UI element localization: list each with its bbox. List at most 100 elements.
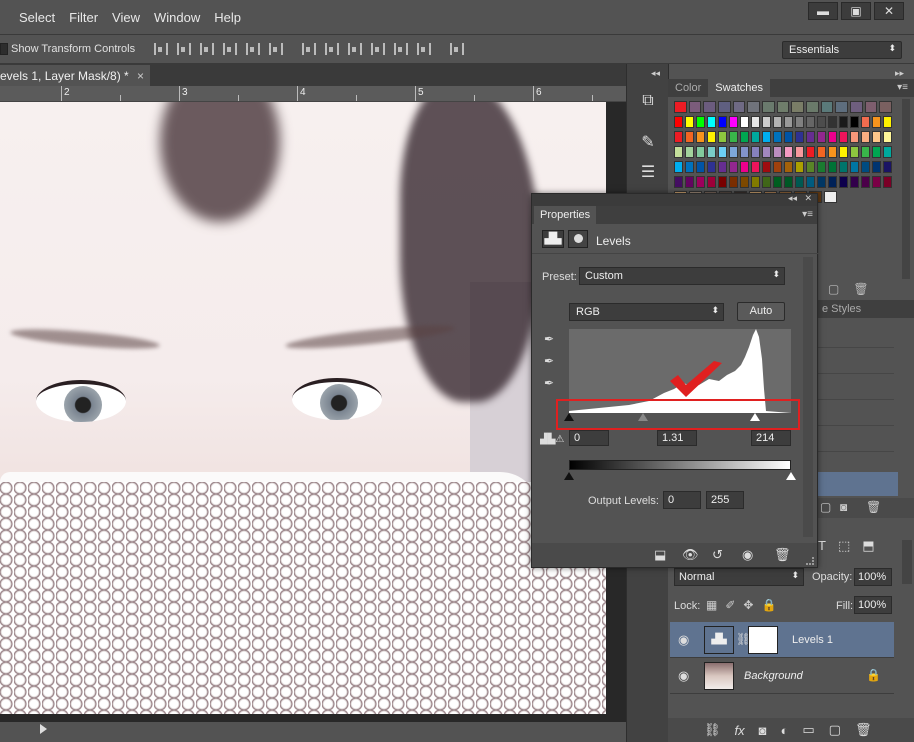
reset-icon[interactable]: ↺ (712, 547, 723, 563)
collapse-dock-icon[interactable]: ◂◂ (651, 68, 660, 79)
color-swatch[interactable] (707, 116, 716, 128)
color-swatch[interactable] (817, 161, 826, 173)
shape-filter-icon[interactable]: ⬚ (838, 538, 850, 554)
color-swatch[interactable] (762, 146, 771, 158)
color-swatch[interactable] (751, 146, 760, 158)
show-transform-checkbox[interactable] (0, 43, 8, 55)
scrollbar[interactable] (803, 257, 813, 537)
menu-help[interactable]: Help (207, 10, 248, 25)
output-high-field[interactable]: 255 (706, 491, 744, 509)
color-swatch[interactable] (784, 176, 793, 188)
menu-view[interactable]: View (105, 10, 147, 25)
input-gamma-field[interactable]: 1.31 (657, 430, 697, 446)
fx-icon[interactable]: fx (735, 723, 745, 738)
color-swatch[interactable] (839, 116, 848, 128)
color-swatch[interactable] (828, 131, 837, 143)
color-swatch[interactable] (740, 161, 749, 173)
color-swatch[interactable] (747, 101, 761, 113)
color-swatch[interactable] (828, 161, 837, 173)
gray-eyedropper-icon[interactable]: ✒ (544, 354, 558, 368)
tab-color[interactable]: Color (668, 79, 708, 97)
color-swatch[interactable] (839, 161, 848, 173)
lock-move-icon[interactable]: ✥ (743, 598, 753, 612)
color-swatch[interactable] (674, 161, 683, 173)
color-swatch[interactable] (872, 176, 881, 188)
color-swatch[interactable] (773, 131, 782, 143)
color-swatch[interactable] (828, 146, 837, 158)
visibility-eye-icon[interactable]: ◉ (678, 668, 689, 684)
color-swatch[interactable] (685, 176, 694, 188)
align-bottom-icon[interactable] (196, 41, 216, 57)
tab-styles[interactable]: e Styles (816, 300, 914, 318)
color-swatch[interactable] (883, 161, 892, 173)
black-eyedropper-icon[interactable]: ✒ (544, 332, 558, 346)
new-layer-icon[interactable]: ▢ (820, 500, 831, 514)
menu-window[interactable]: Window (147, 10, 207, 25)
history-icon[interactable]: ⧉ (635, 92, 661, 114)
distribute-hcenter-icon[interactable] (390, 41, 410, 57)
color-swatch[interactable] (751, 116, 760, 128)
tab-swatches[interactable]: Swatches (708, 79, 770, 97)
color-swatch[interactable] (861, 116, 870, 128)
color-swatch[interactable] (729, 176, 738, 188)
color-swatch[interactable] (707, 176, 716, 188)
clip-to-layer-icon[interactable]: ⬓ (654, 547, 666, 563)
color-swatch[interactable] (740, 176, 749, 188)
color-swatch[interactable] (718, 176, 727, 188)
expand-dock-icon[interactable]: ▸▸ (895, 68, 904, 79)
distribute-vcenter-icon[interactable] (321, 41, 341, 57)
output-black-handle[interactable] (564, 472, 574, 480)
align-top-icon[interactable] (150, 41, 170, 57)
input-white-field[interactable]: 214 (751, 430, 791, 446)
auto-align-icon[interactable] (446, 41, 466, 57)
adjustment-layer-icon[interactable]: ◐ (781, 723, 789, 738)
color-swatch[interactable] (740, 116, 749, 128)
color-swatch[interactable] (776, 101, 790, 113)
color-swatch[interactable] (872, 131, 881, 143)
lock-transparent-icon[interactable]: ▦ (706, 598, 717, 612)
panel-menu-icon[interactable]: ▾≡ (802, 209, 813, 220)
color-swatch[interactable] (883, 176, 892, 188)
white-eyedropper-icon[interactable]: ✒ (544, 376, 558, 390)
color-swatch[interactable] (773, 146, 782, 158)
color-swatch[interactable] (696, 116, 705, 128)
color-swatch[interactable] (703, 101, 717, 113)
color-swatch[interactable] (850, 116, 859, 128)
color-swatch[interactable] (850, 131, 859, 143)
adjust-sliders-icon[interactable]: ☰ (635, 162, 661, 184)
color-swatch[interactable] (872, 146, 881, 158)
distribute-top-icon[interactable] (298, 41, 318, 57)
group-folder-icon[interactable]: ▭ (802, 722, 814, 738)
trash-icon[interactable]: 🗑 (866, 500, 881, 514)
lock-paint-icon[interactable]: ✐ (725, 598, 735, 612)
lock-all-icon[interactable]: 🔒 (761, 598, 776, 612)
color-swatch[interactable] (696, 176, 705, 188)
color-swatch[interactable] (751, 161, 760, 173)
menu-filter[interactable]: Filter (62, 10, 105, 25)
color-swatch[interactable] (740, 131, 749, 143)
channel-select[interactable]: RGB ⬍ (569, 303, 724, 321)
trash-icon[interactable]: 🗑 (853, 282, 868, 296)
brush-preset-icon[interactable]: ✎ (635, 132, 661, 154)
color-swatch[interactable] (883, 146, 892, 158)
color-swatch[interactable] (729, 161, 738, 173)
align-left-icon[interactable] (219, 41, 239, 57)
color-swatch[interactable] (707, 131, 716, 143)
color-swatch[interactable] (820, 101, 834, 113)
fill-input[interactable]: 100% (854, 596, 892, 614)
output-low-field[interactable]: 0 (663, 491, 701, 509)
color-swatch[interactable] (762, 101, 775, 113)
color-swatch[interactable] (839, 146, 848, 158)
color-swatch[interactable] (751, 176, 760, 188)
color-swatch[interactable] (806, 131, 815, 143)
styles-selected-row[interactable] (816, 472, 898, 496)
visibility-eye-icon[interactable]: ◉ (742, 547, 753, 563)
color-swatch[interactable] (729, 116, 738, 128)
color-swatch[interactable] (685, 146, 694, 158)
color-swatch[interactable] (674, 101, 687, 113)
color-swatch[interactable] (791, 101, 805, 113)
color-swatch[interactable] (806, 101, 819, 113)
add-mask-icon[interactable]: ◙ (759, 723, 767, 738)
color-swatch[interactable] (718, 146, 727, 158)
color-swatch[interactable] (696, 146, 705, 158)
